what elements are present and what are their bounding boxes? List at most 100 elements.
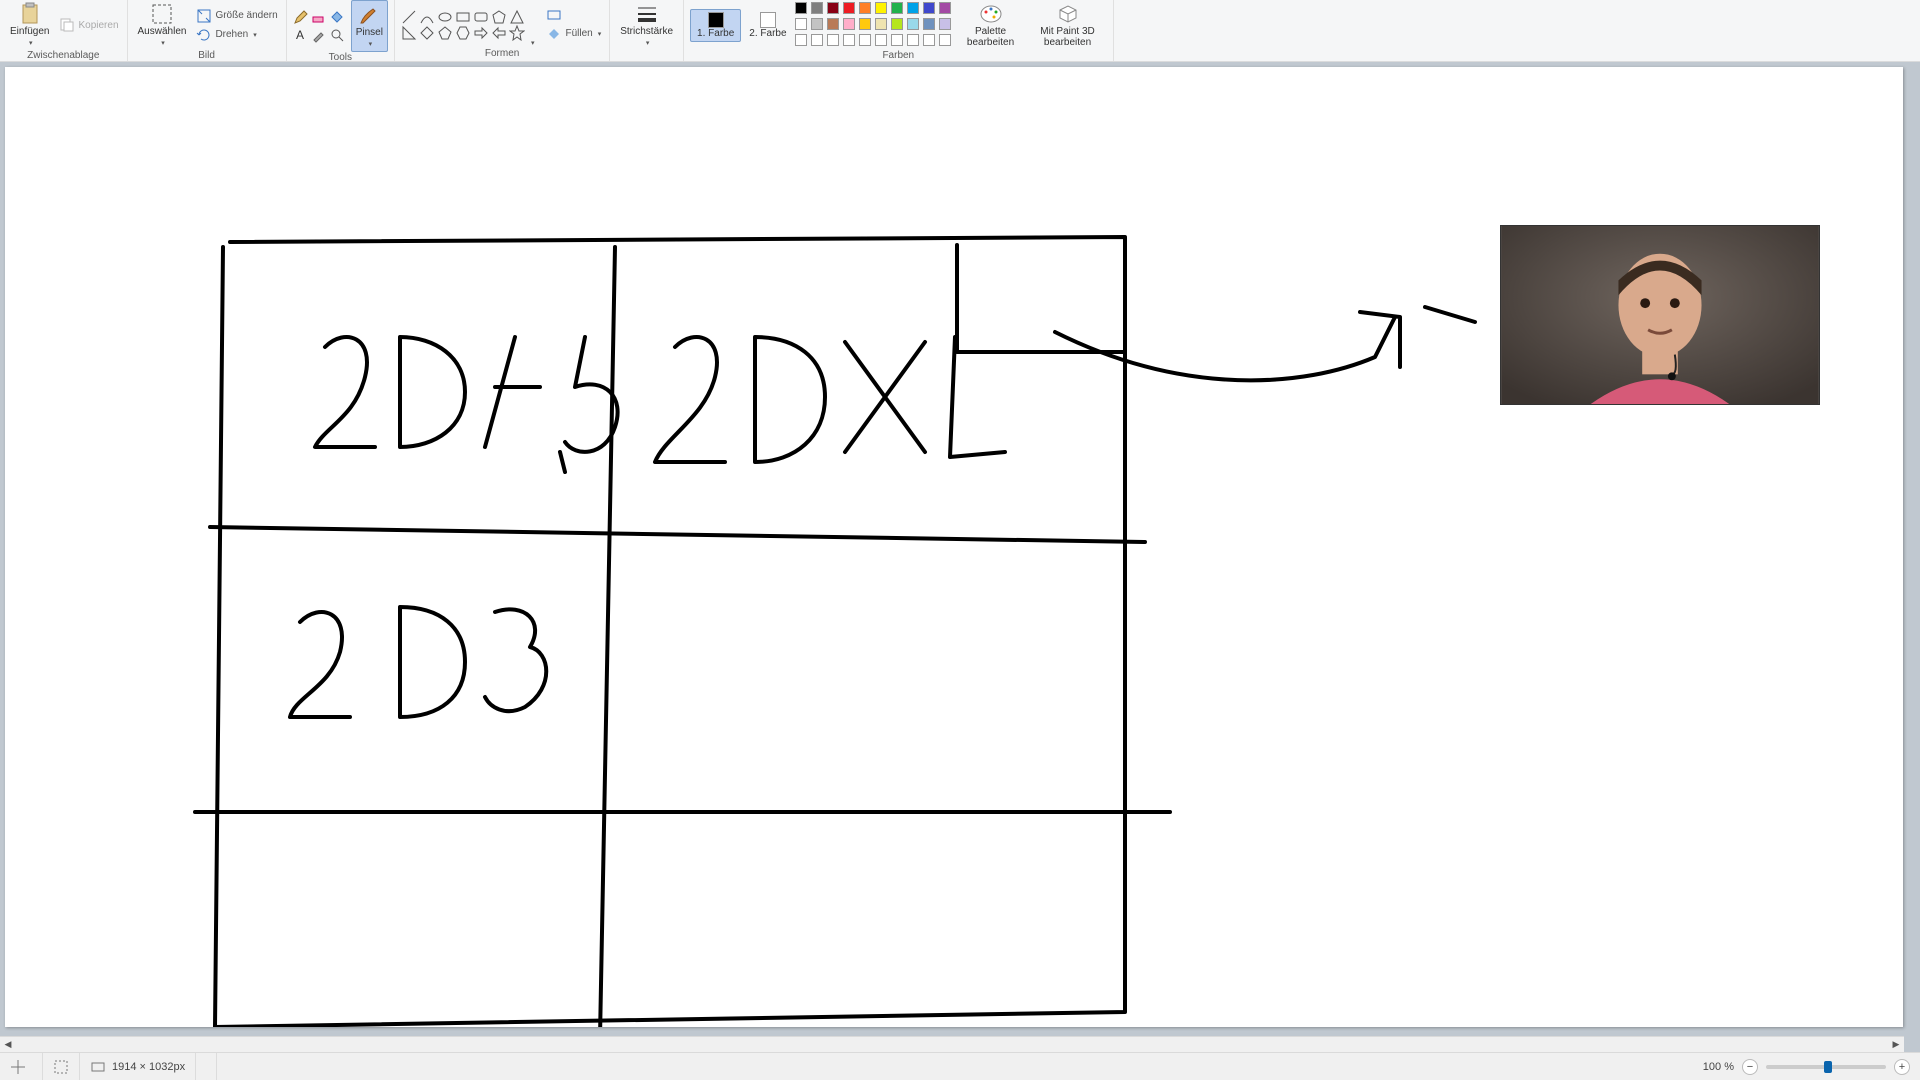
copy-label: Kopieren	[78, 20, 118, 31]
group-tools: A Pinsel Tools	[287, 0, 395, 61]
paint3d-button[interactable]: Mit Paint 3D bearbeiten	[1029, 0, 1107, 50]
eraser-icon[interactable]	[311, 9, 327, 25]
select-button[interactable]: Auswählen	[134, 0, 191, 50]
paste-label: Einfügen	[10, 26, 49, 37]
shape-arrowleft-icon[interactable]	[491, 25, 507, 41]
palette-swatch[interactable]	[923, 34, 935, 46]
shape-pentagon-icon[interactable]	[437, 25, 453, 41]
palette-swatch[interactable]	[843, 2, 855, 14]
shapes-gallery[interactable]	[401, 9, 525, 39]
scrollbar-horizontal[interactable]: ◀ ▶	[0, 1036, 1904, 1052]
palette-swatch[interactable]	[923, 18, 935, 30]
palette-swatch[interactable]	[907, 2, 919, 14]
palette-swatch[interactable]	[875, 18, 887, 30]
chevron-down-icon	[596, 28, 602, 39]
palette-swatch[interactable]	[827, 34, 839, 46]
palette-swatch[interactable]	[843, 18, 855, 30]
select-label: Auswählen	[138, 26, 187, 37]
palette-swatch[interactable]	[795, 18, 807, 30]
palette-swatch[interactable]	[795, 2, 807, 14]
color2-swatch	[760, 12, 776, 28]
palette-swatch[interactable]	[811, 18, 823, 30]
shape-righttri-icon[interactable]	[401, 25, 417, 41]
shape-oval-icon[interactable]	[437, 9, 453, 25]
copy-icon	[59, 17, 75, 33]
shape-line-icon[interactable]	[401, 9, 417, 25]
shape-diamond-icon[interactable]	[419, 25, 435, 41]
color1-label: 1. Farbe	[697, 28, 734, 39]
palette-swatch[interactable]	[875, 2, 887, 14]
chevron-down-icon	[367, 38, 373, 49]
zoom-value: 100 %	[1703, 1061, 1734, 1073]
canvas[interactable]	[5, 67, 1903, 1027]
palette-swatch[interactable]	[939, 34, 951, 46]
rotate-icon	[196, 27, 212, 43]
scroll-left-button[interactable]: ◀	[0, 1037, 16, 1053]
palette-swatch[interactable]	[827, 18, 839, 30]
shape-curve-icon[interactable]	[419, 9, 435, 25]
palette-swatch[interactable]	[795, 34, 807, 46]
shape-triangle-icon[interactable]	[509, 9, 525, 25]
zoom-in-button[interactable]: +	[1894, 1059, 1910, 1075]
color1-button[interactable]: 1. Farbe	[690, 9, 741, 42]
brush-button[interactable]: Pinsel	[351, 0, 388, 52]
zoom-out-button[interactable]: −	[1742, 1059, 1758, 1075]
group-colors: 1. Farbe 2. Farbe Palette bearbeiten Mit…	[684, 0, 1114, 61]
shape-rect-icon[interactable]	[455, 9, 471, 25]
magnifier-icon[interactable]	[329, 27, 345, 43]
drawing-content	[5, 67, 1903, 1027]
stroke-label: Strichstärke	[620, 26, 673, 37]
color-palette	[795, 2, 953, 48]
shape-arrowright-icon[interactable]	[473, 25, 489, 41]
palette-swatch[interactable]	[843, 34, 855, 46]
stroke-width-button[interactable]: Strichstärke	[616, 0, 677, 50]
rotate-button[interactable]: Drehen	[194, 26, 279, 44]
paint3d-icon	[1056, 2, 1080, 26]
palette-swatch[interactable]	[907, 18, 919, 30]
palette-swatch[interactable]	[827, 2, 839, 14]
bucket-icon[interactable]	[329, 9, 345, 25]
scroll-right-button[interactable]: ▶	[1888, 1037, 1904, 1053]
palette-swatch[interactable]	[891, 18, 903, 30]
palette-swatch[interactable]	[859, 2, 871, 14]
zoom-slider[interactable]	[1766, 1065, 1886, 1069]
palette-swatch[interactable]	[939, 18, 951, 30]
status-dimensions: 1914 × 1032px	[80, 1053, 196, 1080]
palette-swatch[interactable]	[811, 2, 823, 14]
brush-label: Pinsel	[356, 27, 383, 38]
shape-star-icon[interactable]	[509, 25, 525, 41]
shape-outline-button[interactable]	[544, 6, 603, 24]
shape-roundrect-icon[interactable]	[473, 9, 489, 25]
paint3d-label: Mit Paint 3D bearbeiten	[1033, 26, 1103, 48]
select-rect-icon	[150, 2, 174, 26]
outline-icon	[546, 7, 562, 23]
text-icon[interactable]: A	[293, 27, 309, 43]
edit-colors-button[interactable]: Palette bearbeiten	[957, 0, 1025, 50]
webcam-overlay	[1500, 225, 1820, 405]
status-cursor	[0, 1053, 43, 1080]
paste-button[interactable]: Einfügen	[6, 0, 53, 50]
shape-polygon-icon[interactable]	[491, 9, 507, 25]
resize-label: Größe ändern	[215, 10, 277, 21]
copy-button[interactable]: Kopieren	[57, 16, 120, 34]
color2-button[interactable]: 2. Farbe	[745, 10, 790, 41]
palette-swatch[interactable]	[923, 2, 935, 14]
shape-fill-button[interactable]: Füllen	[544, 25, 603, 43]
rotate-label: Drehen	[215, 29, 248, 40]
brush-icon	[357, 3, 381, 27]
palette-swatch[interactable]	[891, 2, 903, 14]
canvas-area	[0, 62, 1920, 1052]
palette-swatch[interactable]	[859, 34, 871, 46]
shape-hexagon-icon[interactable]	[455, 25, 471, 41]
palette-swatch[interactable]	[907, 34, 919, 46]
pencil-icon[interactable]	[293, 9, 309, 25]
eyedropper-icon[interactable]	[311, 27, 327, 43]
resize-button[interactable]: Größe ändern	[194, 7, 279, 25]
shapes-more-icon[interactable]	[529, 36, 535, 48]
palette-swatch[interactable]	[939, 2, 951, 14]
zoom-controls: 100 % − +	[1693, 1053, 1920, 1080]
palette-swatch[interactable]	[811, 34, 823, 46]
palette-swatch[interactable]	[859, 18, 871, 30]
palette-swatch[interactable]	[875, 34, 887, 46]
palette-swatch[interactable]	[891, 34, 903, 46]
